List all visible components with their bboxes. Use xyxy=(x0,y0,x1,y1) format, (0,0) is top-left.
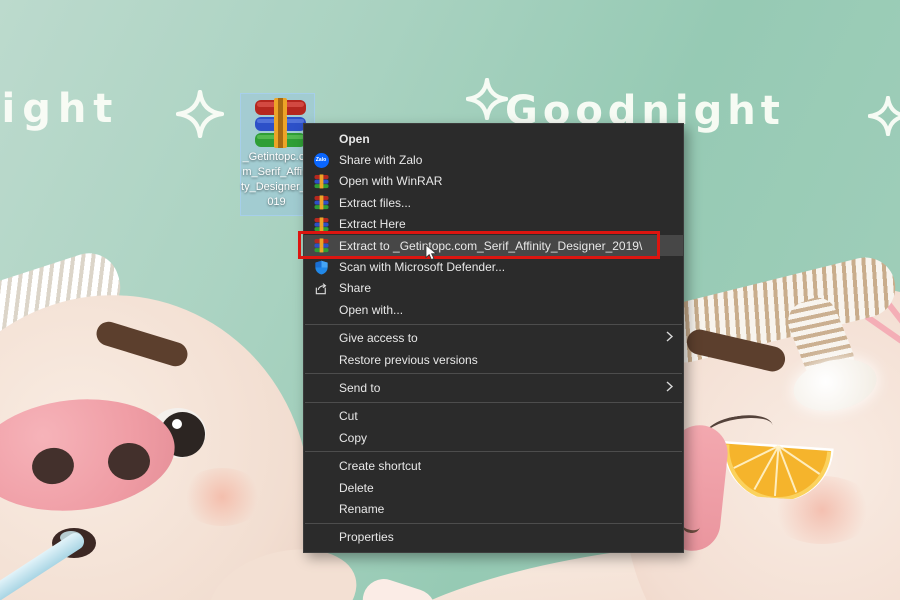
menu-item-share[interactable]: Share xyxy=(304,278,683,299)
pig-trotter xyxy=(357,574,440,600)
no-icon xyxy=(313,480,329,496)
menu-item-delete[interactable]: Delete xyxy=(304,477,683,498)
no-icon xyxy=(313,529,329,545)
no-icon xyxy=(313,458,329,474)
menu-separator xyxy=(305,373,682,374)
defender-shield-icon xyxy=(313,259,329,275)
menu-item-cut[interactable]: Cut xyxy=(304,406,683,427)
no-icon xyxy=(313,330,329,346)
no-icon xyxy=(313,501,329,517)
menu-item-copy[interactable]: Copy xyxy=(304,427,683,448)
menu-item-properties[interactable]: Properties xyxy=(304,527,683,548)
menu-item-give-access-to[interactable]: Give access to xyxy=(304,328,683,349)
no-icon xyxy=(313,380,329,396)
no-icon xyxy=(313,408,329,424)
no-icon xyxy=(313,302,329,318)
menu-separator xyxy=(305,451,682,452)
no-icon xyxy=(313,430,329,446)
share-icon xyxy=(313,280,329,296)
mouse-cursor-icon xyxy=(425,244,439,262)
menu-item-send-to[interactable]: Send to xyxy=(304,377,683,398)
menu-item-open[interactable]: Open xyxy=(304,128,683,149)
zalo-icon: Zalo xyxy=(313,152,329,168)
red-highlight-box xyxy=(298,231,660,259)
sparkle-icon xyxy=(868,96,900,136)
menu-item-extract-files[interactable]: Extract files... xyxy=(304,192,683,213)
sparkle-icon xyxy=(176,90,224,138)
sparkle-icon xyxy=(466,78,508,120)
menu-item-restore-previous-versions[interactable]: Restore previous versions xyxy=(304,349,683,370)
menu-item-rename[interactable]: Rename xyxy=(304,498,683,519)
menu-item-share-with-zalo[interactable]: Zalo Share with Zalo xyxy=(304,149,683,170)
no-icon xyxy=(313,131,329,147)
chevron-right-icon xyxy=(665,330,675,346)
context-menu: Open Zalo Share with Zalo Open with WinR… xyxy=(303,123,684,553)
left-pig-blush xyxy=(180,468,264,526)
lemon-slice xyxy=(716,432,838,502)
chevron-right-icon xyxy=(665,380,675,396)
menu-item-scan-with-defender[interactable]: Scan with Microsoft Defender... xyxy=(304,256,683,277)
winrar-icon xyxy=(313,173,329,189)
winrar-icon xyxy=(313,195,329,211)
menu-item-create-shortcut[interactable]: Create shortcut xyxy=(304,455,683,476)
menu-separator xyxy=(305,402,682,403)
desktop: night Goodnight xyxy=(0,0,900,600)
wallpaper-text-left: night xyxy=(0,86,119,132)
left-pig-eye-glint xyxy=(172,419,182,429)
no-icon xyxy=(313,352,329,368)
menu-separator xyxy=(305,523,682,524)
winrar-archive-icon[interactable] xyxy=(254,97,307,150)
winrar-icon xyxy=(313,216,329,232)
menu-separator xyxy=(305,324,682,325)
menu-item-open-with-winrar[interactable]: Open with WinRAR xyxy=(304,171,683,192)
menu-item-open-with[interactable]: Open with... xyxy=(304,299,683,320)
